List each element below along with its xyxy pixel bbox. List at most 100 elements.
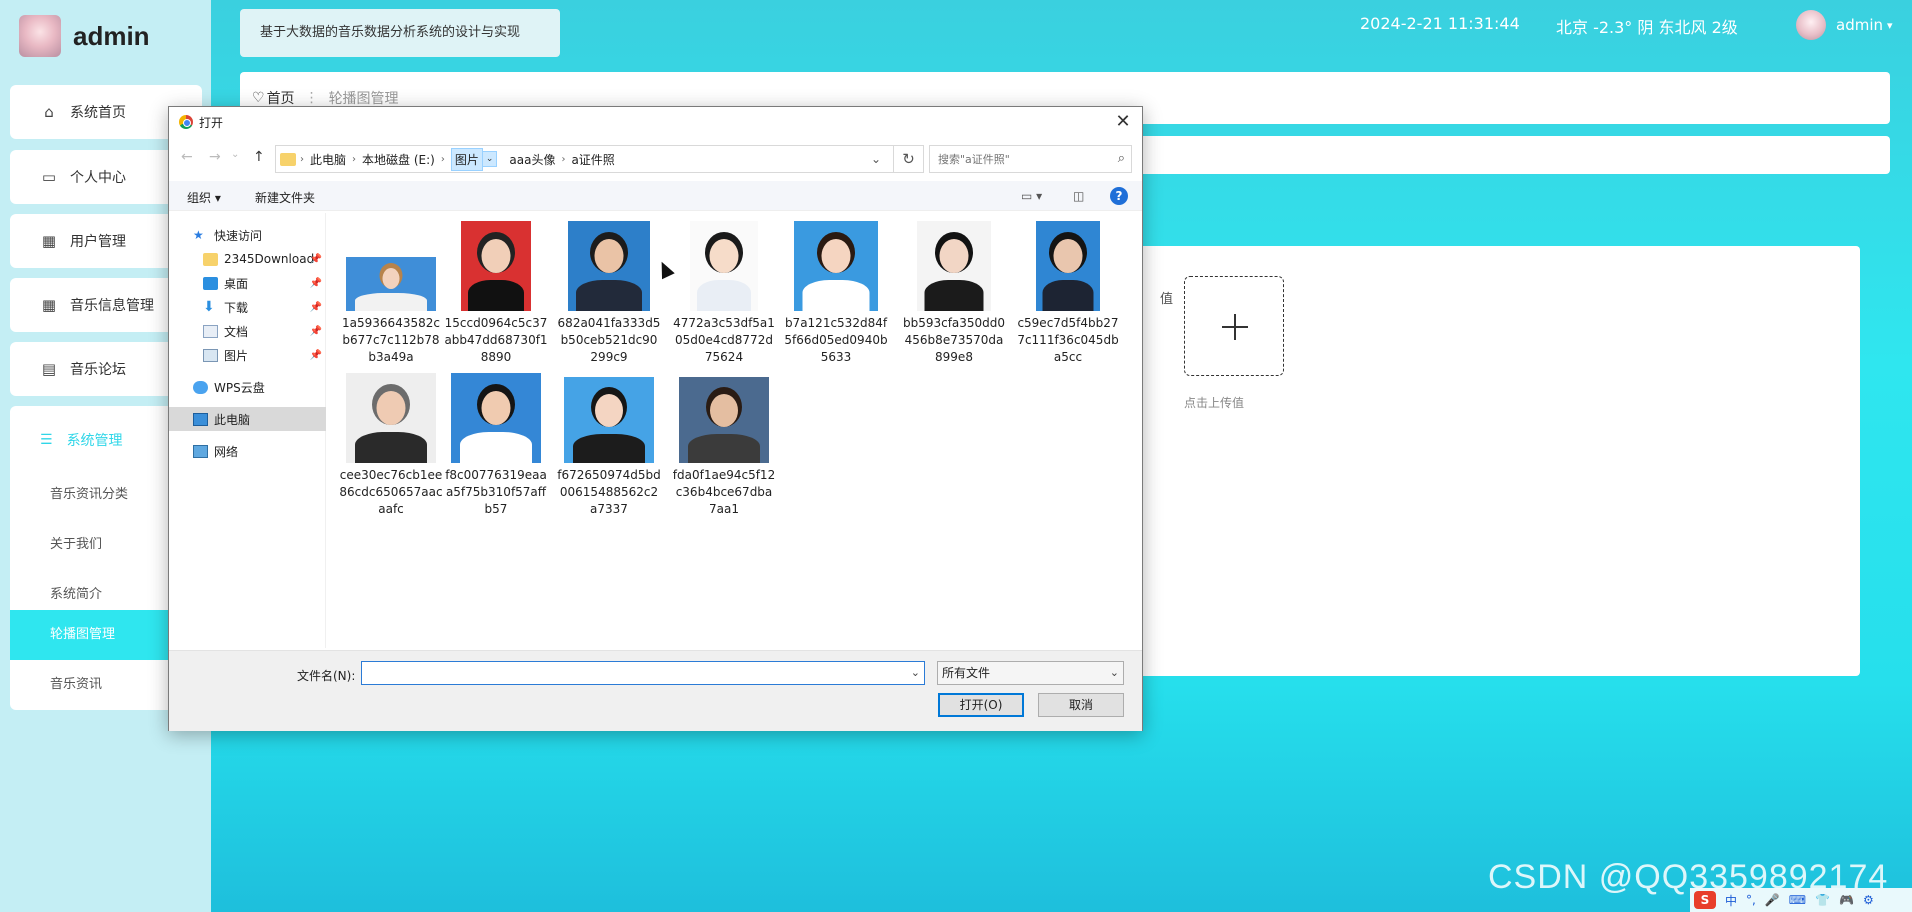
nav-quick-access[interactable]: ★ 快速访问 — [169, 223, 326, 247]
desktop-icon — [203, 276, 218, 290]
path-segment[interactable]: a证件照 — [571, 151, 614, 168]
grid-icon: ▦ — [41, 296, 57, 314]
microphone-icon[interactable]: 🎤 — [1765, 893, 1780, 907]
view-options-icon[interactable]: ▭ ▾ — [1021, 189, 1042, 203]
punctuation-icon[interactable]: °, — [1746, 893, 1756, 907]
sogou-icon[interactable]: S — [1694, 891, 1716, 909]
sidebar-item-label: 音乐论坛 — [70, 362, 126, 378]
keyboard-icon[interactable]: ⌨ — [1789, 893, 1806, 907]
star-icon: ★ — [193, 227, 204, 242]
back-icon[interactable]: ← — [181, 149, 193, 165]
file-item[interactable]: 1a5936643582cb677c7c112b78b3a49a — [339, 257, 443, 366]
game-icon[interactable]: 🎮 — [1839, 893, 1854, 907]
sidebar-item-label: 个人中心 — [70, 170, 126, 186]
chevron-down-icon[interactable]: ⌄ — [871, 152, 881, 166]
thumbnail-body — [802, 280, 870, 311]
search-input[interactable] — [938, 152, 1088, 166]
recent-locations-icon[interactable]: ⌄ — [231, 149, 239, 160]
nav-item-label: 网络 — [214, 444, 239, 459]
file-item[interactable]: f8c00776319eaaa5f75b310f57affb57 — [444, 373, 548, 518]
file-name: c59ec7d5f4bb277c111f36c045dba5cc — [1017, 316, 1119, 364]
heart-icon: ♡ — [252, 90, 265, 106]
nav-downloads[interactable]: ⬇ 下载 📌 — [169, 295, 326, 319]
path-segment[interactable]: 本地磁盘 (E:) — [362, 151, 435, 168]
system-tray: S 中 °, 🎤 ⌨ 👕 🎮 ⚙ — [1690, 888, 1912, 912]
thumbnail-face — [1053, 239, 1083, 273]
thumbnail-face — [481, 239, 511, 273]
up-icon[interactable]: ↑ — [253, 149, 265, 165]
dialog-title: 打开 — [199, 115, 224, 130]
thumbnail-face — [594, 239, 624, 273]
open-file-dialog: 打开 ✕ ← → ⌄ ↑ › 此电脑 › 本地磁盘 (E:) › 图片 ⌄ aa… — [168, 106, 1143, 731]
file-item[interactable]: 682a041fa333d5b50ceb521dc90299c9 — [557, 221, 661, 366]
settings-icon[interactable]: ⚙ — [1863, 893, 1874, 907]
file-name: 682a041fa333d5b50ceb521dc90299c9 — [557, 316, 661, 364]
address-bar[interactable]: › 此电脑 › 本地磁盘 (E:) › 图片 ⌄ aaa头像 › a证件照 ⌄ — [275, 145, 894, 173]
search-box[interactable]: ⌕ — [929, 145, 1132, 173]
thumbnail-face — [939, 239, 969, 273]
file-item[interactable]: b7a121c532d84f5f66d05ed0940b5633 — [784, 221, 888, 366]
cloud-icon — [193, 380, 208, 394]
breadcrumb-separator: ⋮ — [304, 90, 319, 106]
avatar — [1796, 10, 1826, 40]
file-item[interactable]: c59ec7d5f4bb277c111f36c045dba5cc — [1016, 221, 1120, 366]
nav-wps-cloud[interactable]: WPS云盘 — [169, 375, 326, 399]
organize-button[interactable]: 组织 ▾ — [187, 189, 221, 206]
nav-documents[interactable]: 文档 📌 — [169, 319, 326, 343]
sidebar-item-system[interactable]: ☰ 系统管理 — [40, 430, 123, 450]
thumbnail-body — [355, 293, 427, 311]
grid-icon: ▦ — [41, 232, 57, 250]
skin-icon[interactable]: 👕 — [1815, 893, 1830, 907]
ime-chinese-icon[interactable]: 中 — [1725, 892, 1737, 909]
nav-this-pc[interactable]: 此电脑 — [169, 407, 326, 431]
nav-pictures[interactable]: 图片 📌 — [169, 343, 326, 367]
file-item[interactable]: 15ccd0964c5c37abb47dd68730f18890 — [444, 221, 548, 366]
thumbnail-face — [710, 394, 738, 427]
filename-label: 文件名(N): — [297, 669, 356, 683]
thumbnail-face — [481, 391, 511, 425]
menu-icon: ☰ — [40, 432, 53, 448]
path-segment[interactable]: 此电脑 — [310, 151, 346, 168]
file-item[interactable]: bb593cfa350dd0456b8e73570da899e8 — [902, 221, 1006, 366]
file-thumbnail — [346, 257, 436, 311]
help-icon[interactable]: ? — [1110, 187, 1128, 205]
file-item[interactable]: f672650974d5bd00615488562c2a7337 — [557, 377, 661, 518]
system-title: 基于大数据的音乐数据分析系统的设计与实现 — [240, 9, 560, 57]
chevron-right-icon: › — [440, 153, 445, 165]
path-segment-hovered[interactable]: 图片 — [450, 147, 483, 171]
thumbnail-body — [468, 280, 524, 311]
cancel-button[interactable]: 取消 — [1038, 693, 1124, 717]
document-icon — [203, 324, 218, 338]
open-button[interactable]: 打开(O) — [938, 693, 1024, 717]
user-menu[interactable]: admin ▾ — [1796, 10, 1893, 40]
close-icon[interactable]: ✕ — [1110, 109, 1136, 135]
filetype-select[interactable]: 所有文件 ⌄ — [937, 661, 1124, 685]
file-item[interactable]: fda0f1ae94c5f12c36b4bce67dba7aa1 — [672, 377, 776, 518]
chevron-down-icon[interactable]: ⌄ — [911, 666, 920, 679]
thumbnail-body — [460, 432, 532, 463]
breadcrumb-home[interactable]: 首页 — [267, 88, 295, 108]
file-item[interactable]: 4772a3c53df5a105d0e4cd8772d75624 — [672, 221, 776, 366]
nav-2345download[interactable]: 2345Download 📌 — [169, 247, 326, 271]
chrome-icon — [179, 115, 193, 129]
nav-desktop[interactable]: 桌面 📌 — [169, 271, 326, 295]
file-thumbnail — [917, 221, 991, 311]
nav-network[interactable]: 网络 — [169, 439, 326, 463]
dialog-footer: 文件名(N): ⌄ 所有文件 ⌄ 打开(O) 取消 — [169, 650, 1142, 731]
thumbnail-face — [376, 391, 406, 425]
file-thumbnail — [568, 221, 650, 311]
image-uploader[interactable] — [1184, 276, 1284, 376]
chevron-down-icon[interactable]: ⌄ — [482, 151, 498, 167]
thumbnail-face — [821, 239, 851, 273]
dialog-toolbar: 组织 ▾ 新建文件夹 ▭ ▾ ◫ ? — [169, 181, 1142, 211]
file-item[interactable]: cee30ec76cb1ee86cdc650657aacaafc — [339, 373, 443, 518]
thumbnail-face — [709, 239, 739, 273]
path-segment[interactable]: aaa头像 — [509, 151, 555, 168]
filename-combobox[interactable]: ⌄ — [361, 661, 925, 685]
new-folder-button[interactable]: 新建文件夹 — [255, 189, 315, 206]
dialog-titlebar[interactable]: 打开 ✕ — [169, 107, 1142, 137]
preview-pane-icon[interactable]: ◫ — [1073, 189, 1084, 203]
forward-icon[interactable]: → — [209, 149, 221, 165]
filename-input[interactable] — [362, 662, 902, 684]
refresh-icon[interactable]: ↻ — [894, 145, 924, 173]
